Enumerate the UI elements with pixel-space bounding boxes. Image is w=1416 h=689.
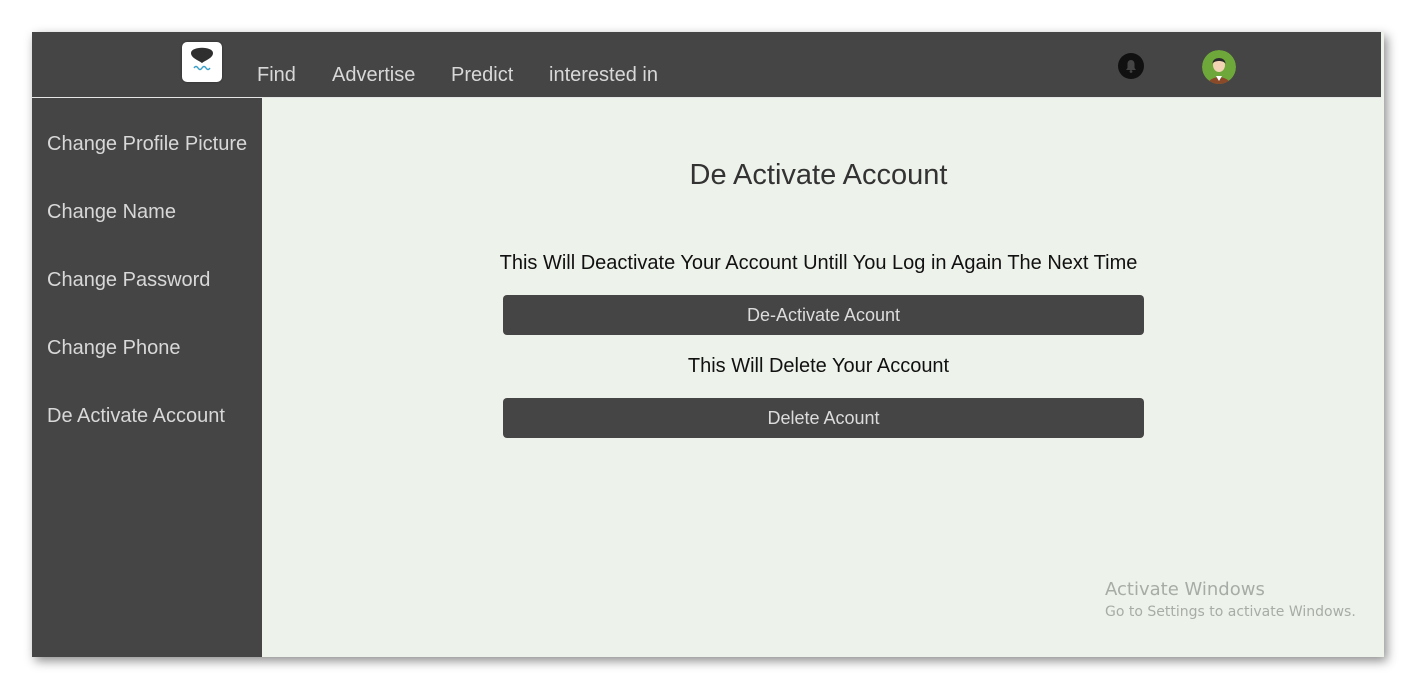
page-title: De Activate Account [689,159,948,191]
sidebar-item-change-phone[interactable]: Change Phone [47,336,180,360]
nav-advertise-link[interactable]: Advertise [332,64,415,86]
sidebar-item-deactivate-account[interactable]: De Activate Account [47,404,225,428]
logo-icon [191,47,213,71]
sidebar-item-change-password[interactable]: Change Password [47,268,210,292]
delete-account-button[interactable]: Delete Acount [503,398,1144,438]
sidebar-item-change-profile-picture[interactable]: Change Profile Picture [47,132,247,156]
nav-predict-link[interactable]: Predict [451,64,513,86]
activate-windows-subtitle: Go to Settings to activate Windows. [1105,604,1356,620]
sidebar-item-change-name[interactable]: Change Name [47,200,176,224]
activate-windows-title: Activate Windows [1105,579,1265,600]
nav-interested-in-link[interactable]: interested in [549,64,658,86]
settings-sidebar: Change Profile Picture Change Name Chang… [32,98,262,657]
deactivate-account-button[interactable]: De-Activate Acount [503,295,1144,335]
housing-logo[interactable] [182,42,222,82]
user-avatar[interactable] [1202,50,1236,84]
app-window: Find Advertise Predict interested in Cha… [32,32,1384,657]
bell-icon[interactable] [1117,52,1145,80]
nav-find-link[interactable]: Find [257,64,296,86]
avatar-icon [1202,50,1236,84]
top-navbar: Find Advertise Predict interested in [32,32,1381,98]
delete-description: This Will Delete Your Account [687,355,950,377]
deactivate-description: This Will Deactivate Your Account Untill… [499,252,1138,274]
